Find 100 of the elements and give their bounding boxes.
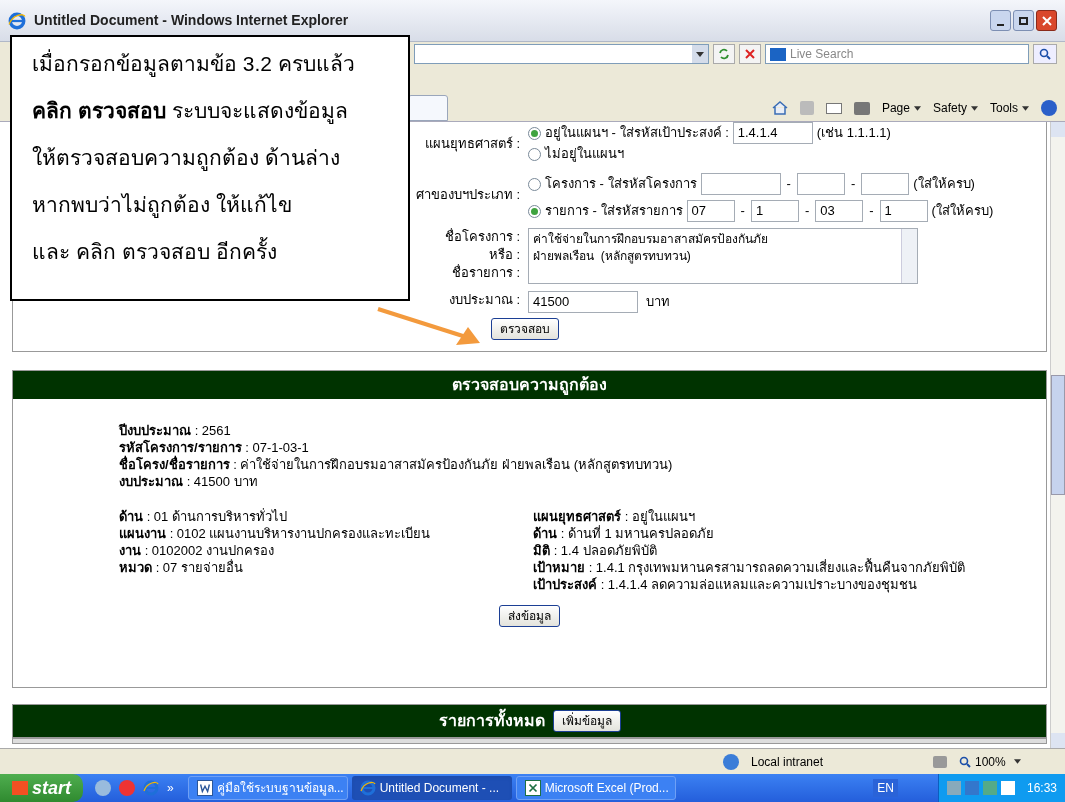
- input-field[interactable]: 03: [815, 200, 864, 222]
- info-label: ด้าน: [533, 525, 557, 542]
- info-label: แผนงาน: [119, 525, 166, 542]
- more-button[interactable]: »: [167, 779, 174, 797]
- field-label: แผนยุทธศาสตร์ :: [424, 134, 520, 154]
- callout-text: คลิก ตรวจสอบ ระบบจะแสดงข้อมูล: [32, 98, 349, 126]
- input-field[interactable]: [796, 173, 845, 195]
- field-label: หรือ :: [488, 246, 520, 264]
- info-value: : 0102002 งานปกครอง: [143, 542, 275, 559]
- word-icon: [196, 780, 213, 796]
- close-icon: [1041, 15, 1052, 26]
- clock: 16:33: [1025, 780, 1057, 797]
- separator-text: -: [849, 175, 857, 194]
- field-hint: (เช่น 1.1.1.1): [816, 124, 891, 143]
- globe-e-icon: [359, 780, 376, 796]
- input-field[interactable]: 1.4.1.4: [732, 122, 813, 144]
- stop-icon: [745, 49, 755, 59]
- refresh-button[interactable]: [713, 44, 735, 64]
- quick-launch-icon[interactable]: [95, 780, 111, 796]
- caret-icon: [971, 105, 978, 111]
- start-button[interactable]: start: [0, 774, 83, 802]
- input-field[interactable]: 07: [686, 200, 735, 222]
- input-field[interactable]: 1: [750, 200, 799, 222]
- language-indicator[interactable]: EN: [873, 779, 898, 797]
- info-label: หมวด: [119, 559, 152, 576]
- browser-tab[interactable]: [408, 95, 448, 121]
- separator-text: -: [868, 202, 875, 221]
- callout-text: เมื่อกรอกข้อมูลตามข้อ 3.2 ครบแล้ว: [32, 49, 408, 79]
- field-label: ชื่อโครงการ :: [444, 228, 520, 246]
- info-value: : ค่าใช้จ่ายในการฝึกอบรมอาสาสมัครป้องกันภัย ฝ่ายพลเรือน (หลักสูตรทบทวน): [232, 456, 673, 473]
- add-button[interactable]: เพิ่มข้อมูล: [552, 710, 621, 732]
- input-field[interactable]: 1: [879, 200, 928, 222]
- scrollbar[interactable]: [901, 229, 917, 283]
- field-hint: (ใส่ให้ครบ): [931, 202, 994, 221]
- info-value: : 1.4.1.4 ลดความล่อแหลมและความเปราะบางของชุมชน: [599, 576, 918, 593]
- check-button[interactable]: ตรวจสอบ: [491, 318, 559, 340]
- unit-label: บาท: [646, 293, 670, 312]
- info-value: : อยู่ในแผนฯ: [623, 508, 695, 525]
- search-button[interactable]: [1033, 44, 1057, 64]
- taskbar-button[interactable]: Untitled Document - ...: [351, 776, 512, 800]
- text-line: ฝ่ายพลเรือน (หลักสูตรทบทวน): [533, 248, 692, 265]
- info-value: : 1.4 ปลอดภัยพิบัติ: [552, 542, 657, 558]
- refresh-icon: [718, 48, 730, 60]
- input-field[interactable]: [700, 173, 781, 195]
- toolbar-menu-button[interactable]: Page: [881, 99, 921, 117]
- callout-text: หากพบว่าไม่ถูกต้อง ให้แก้ไข: [32, 192, 293, 220]
- zoom-button[interactable]: 100%: [959, 752, 1049, 771]
- address-bar[interactable]: [414, 44, 709, 64]
- spreadsheet-icon: [524, 780, 541, 796]
- info-value: : 07-1-03-1: [244, 439, 309, 456]
- info-label: มิติ: [533, 542, 550, 559]
- radio-button[interactable]: [528, 204, 541, 218]
- restore-button[interactable]: [1013, 10, 1034, 31]
- toolbar-menu-button[interactable]: Safety: [932, 99, 978, 117]
- globe-e-icon: [8, 11, 26, 30]
- section-title: รายการทั้งหมด: [438, 709, 545, 733]
- info-label: แผนยุทธศาสตร์: [533, 508, 621, 525]
- caret-icon: [1013, 759, 1021, 764]
- text-area[interactable]: ค่าใช้จ่ายในการฝึกอบรมอาสาสมัครป้องกันภัย ฝ่ายพลเรือน (หลักสูตรทบทวน): [528, 228, 918, 284]
- info-label: งบประมาณ: [119, 473, 183, 490]
- info-label: ด้าน: [119, 508, 143, 525]
- field-hint: (ใส่ให้ครบ): [913, 175, 975, 194]
- info-value: : ด้านที่ 1 มหานครปลอดภัย: [559, 525, 715, 542]
- info-label: เป้าหมาย: [533, 559, 585, 576]
- input-field[interactable]: [861, 173, 910, 195]
- separator-text: -: [803, 202, 811, 221]
- radio-label: อยู่ในแผนฯ - ใส่รหัสเป้าประสงค์ :: [545, 124, 729, 143]
- radio-button[interactable]: [528, 126, 541, 140]
- info-label: ปีงบประมาณ: [119, 422, 191, 439]
- stop-button[interactable]: [739, 44, 761, 64]
- radio-button[interactable]: [528, 147, 541, 161]
- info-label: ชื่อโครง/ชื่อรายการ: [119, 456, 230, 473]
- taskbar-button[interactable]: Microsoft Excel (Prod...: [515, 776, 676, 800]
- section-title: ตรวจสอบความถูกต้อง: [452, 375, 607, 397]
- tray-icon[interactable]: [1000, 781, 1015, 795]
- network-globe-icon: [723, 753, 739, 770]
- taskbar-button[interactable]: คู่มือใช้ระบบฐานข้อมูล...: [187, 776, 348, 800]
- radio-label: โครงการ - ใส่รหัสโครงการ: [545, 175, 697, 194]
- close-button[interactable]: [1036, 10, 1057, 31]
- search-field[interactable]: Live Search: [765, 44, 1029, 64]
- window-title: Untitled Document - Windows Internet Explorer: [34, 11, 349, 30]
- info-value: : 2561: [193, 422, 231, 439]
- magnifier-icon: [959, 755, 971, 768]
- info-label: รหัสโครงการ/รายการ: [119, 439, 242, 455]
- input-field[interactable]: 41500: [528, 291, 638, 313]
- submit-button[interactable]: ส่งข้อมูล: [499, 605, 560, 627]
- minimize-button[interactable]: [990, 10, 1011, 31]
- home-icon[interactable]: [771, 101, 788, 115]
- page-scrollbar[interactable]: [1050, 122, 1065, 748]
- radio-button[interactable]: [528, 177, 541, 191]
- toolbar-menu-button[interactable]: Tools: [990, 99, 1029, 117]
- info-label: งาน: [119, 542, 141, 559]
- caret-icon: [1022, 105, 1029, 111]
- info-value: : 01 ด้านการบริหารทั่วไป: [145, 508, 287, 525]
- info-value: : 41500 บาท: [185, 473, 258, 490]
- radio-label: ไม่อยู่ในแผนฯ: [545, 145, 624, 164]
- info-value: : 07 รายจ่ายอื่น: [154, 559, 243, 576]
- caret-icon: [913, 105, 921, 111]
- search-icon: [1039, 48, 1051, 60]
- zone-label: Local intranet: [751, 753, 825, 771]
